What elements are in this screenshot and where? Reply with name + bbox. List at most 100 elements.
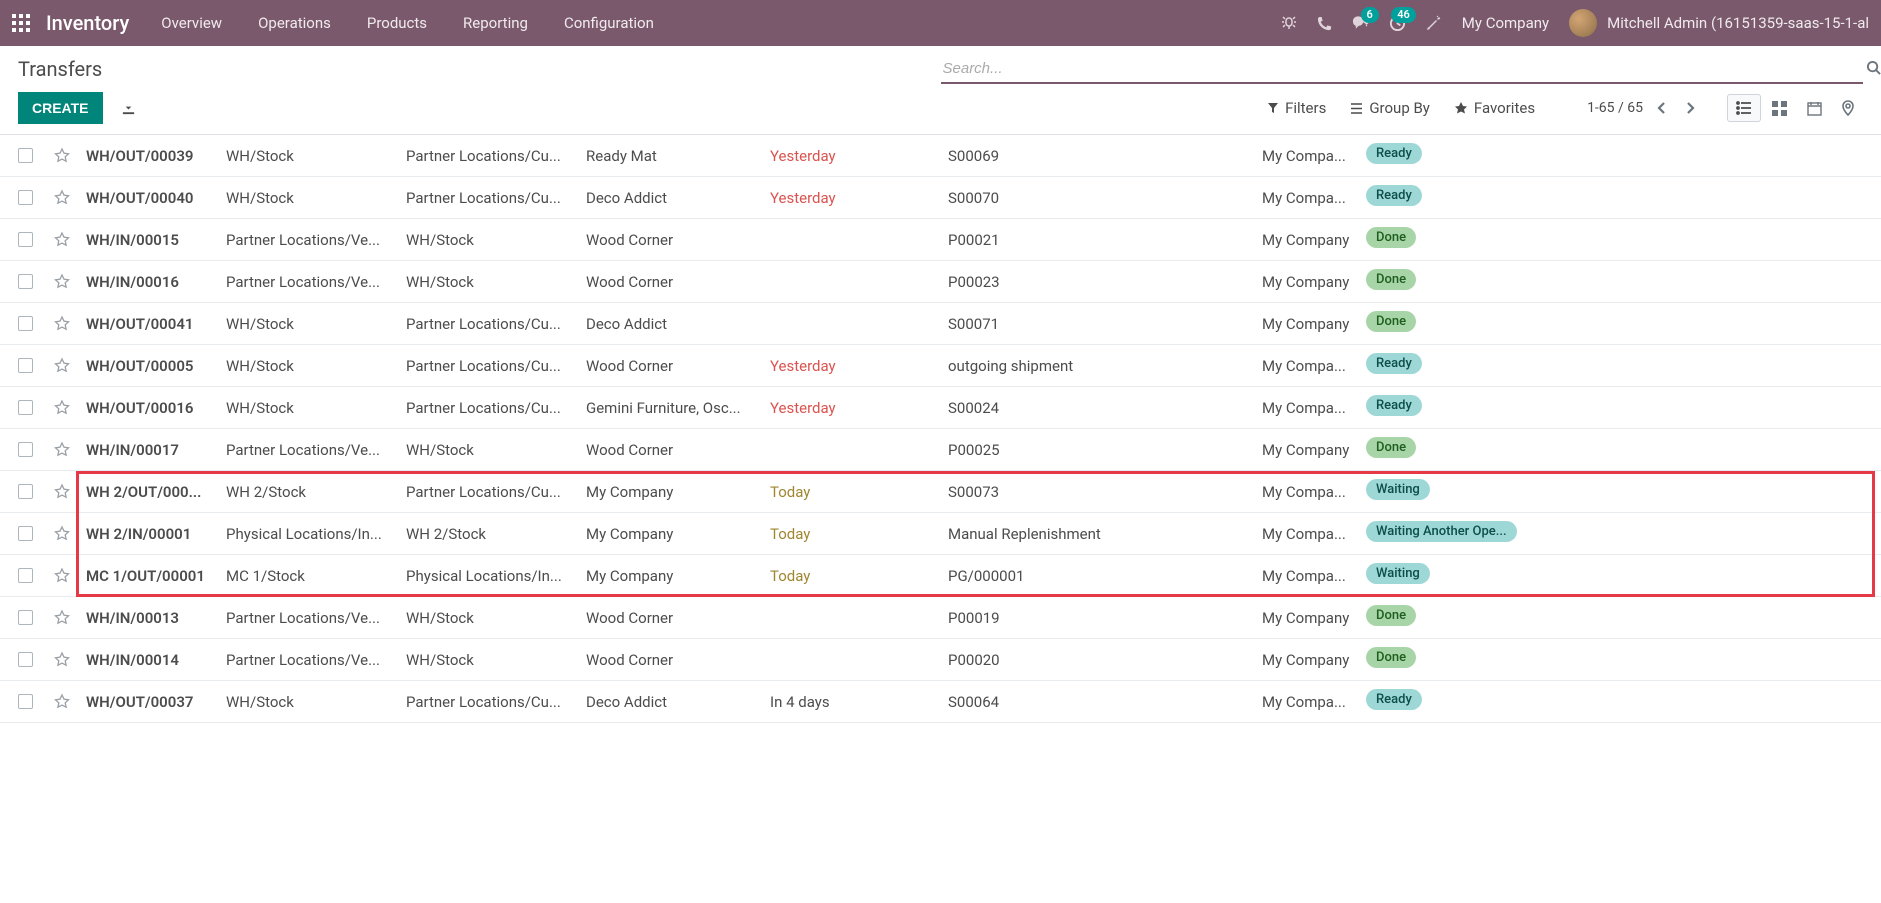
- from-location: WH/Stock: [218, 315, 398, 333]
- pager-next[interactable]: [1680, 97, 1701, 119]
- row-checkbox[interactable]: [18, 694, 33, 709]
- row-checkbox[interactable]: [18, 610, 33, 625]
- from-location: WH/Stock: [218, 693, 398, 711]
- row-checkbox[interactable]: [18, 190, 33, 205]
- star-toggle[interactable]: [46, 189, 78, 206]
- view-calendar-button[interactable]: [1798, 94, 1831, 123]
- row-checkbox[interactable]: [18, 568, 33, 583]
- table-row[interactable]: WH 2/OUT/000... WH 2/Stock Partner Locat…: [0, 471, 1881, 513]
- favorites-button[interactable]: Favorites: [1454, 99, 1535, 117]
- star-toggle[interactable]: [46, 483, 78, 500]
- star-toggle[interactable]: [46, 147, 78, 164]
- nav-item-products[interactable]: Products: [367, 14, 427, 32]
- star-toggle[interactable]: [46, 651, 78, 668]
- activities-icon[interactable]: 46: [1389, 15, 1406, 32]
- nav-item-operations[interactable]: Operations: [258, 14, 331, 32]
- to-location: Partner Locations/Cu...: [398, 399, 578, 417]
- table-row[interactable]: WH/OUT/00040 WH/Stock Partner Locations/…: [0, 177, 1881, 219]
- create-button[interactable]: CREATE: [18, 92, 103, 124]
- to-location: Partner Locations/Cu...: [398, 483, 578, 501]
- row-checkbox[interactable]: [18, 442, 33, 457]
- star-toggle[interactable]: [46, 525, 78, 542]
- table-row[interactable]: WH/OUT/00039 WH/Stock Partner Locations/…: [0, 135, 1881, 177]
- table-row[interactable]: WH/IN/00017 Partner Locations/Ve... WH/S…: [0, 429, 1881, 471]
- company: My Company: [1254, 231, 1358, 249]
- status: Done: [1358, 647, 1544, 672]
- company: My Compa...: [1254, 189, 1358, 207]
- row-checkbox[interactable]: [18, 316, 33, 331]
- contact: Deco Addict: [578, 189, 762, 207]
- table-row[interactable]: MC 1/OUT/00001 MC 1/Stock Physical Locat…: [0, 555, 1881, 597]
- table-row[interactable]: WH 2/IN/00001 Physical Locations/In... W…: [0, 513, 1881, 555]
- groupby-button[interactable]: Group By: [1350, 99, 1430, 117]
- nav-item-reporting[interactable]: Reporting: [463, 14, 528, 32]
- to-location: Partner Locations/Cu...: [398, 147, 578, 165]
- search-icon[interactable]: [1866, 60, 1881, 75]
- star-toggle[interactable]: [46, 441, 78, 458]
- view-kanban-button[interactable]: [1763, 94, 1796, 123]
- apps-icon[interactable]: [12, 14, 30, 32]
- search-area[interactable]: [941, 54, 1864, 84]
- debug-icon[interactable]: [1281, 15, 1297, 31]
- company-switcher[interactable]: My Company: [1462, 14, 1549, 32]
- user-menu[interactable]: Mitchell Admin (16151359-saas-15-1-al: [1569, 9, 1869, 37]
- table-row[interactable]: WH/IN/00016 Partner Locations/Ve... WH/S…: [0, 261, 1881, 303]
- table-row[interactable]: WH/IN/00013 Partner Locations/Ve... WH/S…: [0, 597, 1881, 639]
- app-brand[interactable]: Inventory: [46, 11, 129, 35]
- company: My Compa...: [1254, 399, 1358, 417]
- row-checkbox[interactable]: [18, 148, 33, 163]
- table-row[interactable]: WH/OUT/00005 WH/Stock Partner Locations/…: [0, 345, 1881, 387]
- table-row[interactable]: WH/OUT/00041 WH/Stock Partner Locations/…: [0, 303, 1881, 345]
- row-checkbox[interactable]: [18, 526, 33, 541]
- star-toggle[interactable]: [46, 693, 78, 710]
- pager-prev[interactable]: [1651, 97, 1672, 119]
- source-document: P00023: [940, 273, 1254, 291]
- table-row[interactable]: WH/OUT/00037 WH/Stock Partner Locations/…: [0, 681, 1881, 723]
- star-toggle[interactable]: [46, 315, 78, 332]
- import-icon[interactable]: [121, 101, 136, 116]
- control-panel: Transfers CREATE Filters Group By Fav: [0, 46, 1881, 135]
- star-toggle[interactable]: [46, 399, 78, 416]
- to-location: WH/Stock: [398, 609, 578, 627]
- source-document: S00070: [940, 189, 1254, 207]
- settings-icon[interactable]: [1426, 15, 1442, 31]
- row-checkbox[interactable]: [18, 400, 33, 415]
- messaging-icon[interactable]: 6: [1352, 15, 1369, 31]
- status: Ready: [1358, 353, 1544, 378]
- reference: WH 2/IN/00001: [78, 525, 218, 543]
- groupby-label: Group By: [1369, 99, 1430, 117]
- filters-button[interactable]: Filters: [1267, 99, 1326, 117]
- messaging-badge: 6: [1361, 7, 1379, 23]
- star-toggle[interactable]: [46, 357, 78, 374]
- table-row[interactable]: WH/OUT/00016 WH/Stock Partner Locations/…: [0, 387, 1881, 429]
- source-document: S00071: [940, 315, 1254, 333]
- star-toggle[interactable]: [46, 567, 78, 584]
- reference: WH/OUT/00039: [78, 147, 218, 165]
- view-list-button[interactable]: [1727, 94, 1761, 122]
- view-map-button[interactable]: [1833, 93, 1863, 123]
- status-badge: Ready: [1366, 395, 1422, 416]
- row-checkbox[interactable]: [18, 274, 33, 289]
- nav-item-overview[interactable]: Overview: [161, 14, 222, 32]
- star-toggle[interactable]: [46, 231, 78, 248]
- contact: Deco Addict: [578, 693, 762, 711]
- row-checkbox[interactable]: [18, 652, 33, 667]
- search-input[interactable]: [941, 56, 1864, 81]
- avatar: [1569, 9, 1597, 37]
- table-row[interactable]: WH/IN/00014 Partner Locations/Ve... WH/S…: [0, 639, 1881, 681]
- contact: Ready Mat: [578, 147, 762, 165]
- contact: My Company: [578, 483, 762, 501]
- nav-item-configuration[interactable]: Configuration: [564, 14, 654, 32]
- row-checkbox[interactable]: [18, 358, 33, 373]
- row-checkbox[interactable]: [18, 232, 33, 247]
- row-checkbox[interactable]: [18, 484, 33, 499]
- source-document: S00073: [940, 483, 1254, 501]
- star-toggle[interactable]: [46, 273, 78, 290]
- star-toggle[interactable]: [46, 609, 78, 626]
- pager-text[interactable]: 1-65 / 65: [1587, 100, 1643, 116]
- table-row[interactable]: WH/IN/00015 Partner Locations/Ve... WH/S…: [0, 219, 1881, 261]
- scheduled-date: Today: [762, 567, 940, 585]
- company: My Company: [1254, 315, 1358, 333]
- phone-icon[interactable]: [1317, 16, 1332, 31]
- to-location: WH/Stock: [398, 231, 578, 249]
